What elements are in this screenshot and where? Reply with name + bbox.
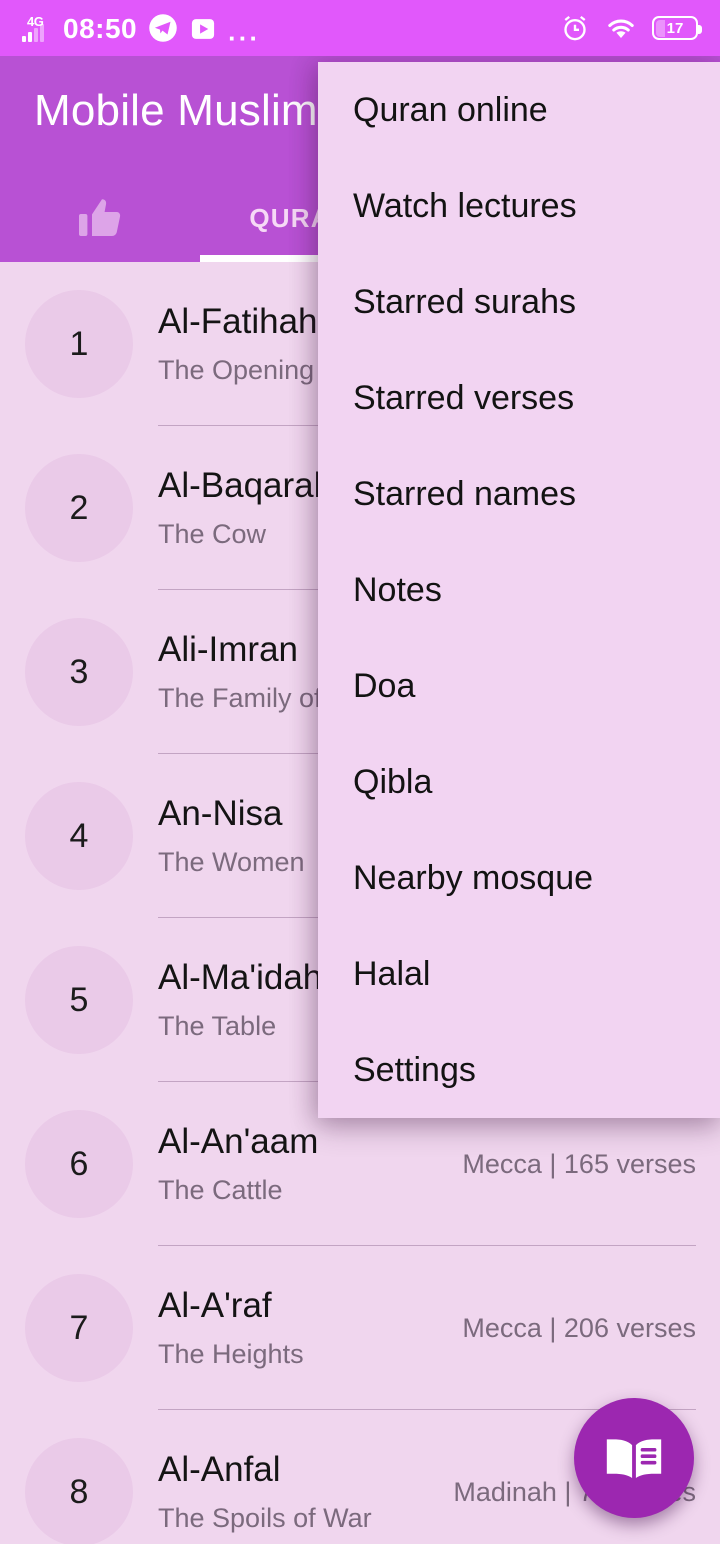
surah-number-wrap: 8 xyxy=(0,1438,158,1544)
surah-number-wrap: 2 xyxy=(0,454,158,562)
alarm-icon xyxy=(564,15,586,41)
menu-item-starred-surahs[interactable]: Starred surahs xyxy=(318,254,720,350)
read-quran-fab[interactable] xyxy=(574,1398,694,1518)
list-item[interactable]: 7 Al-A'raf The Heights Mecca | 206 verse… xyxy=(0,1246,720,1410)
more-dots-icon: ··· xyxy=(228,23,261,53)
page-title: Mobile Muslim xyxy=(34,86,318,135)
surah-number: 7 xyxy=(25,1274,133,1382)
telegram-icon xyxy=(149,14,177,42)
surah-number-wrap: 7 xyxy=(0,1274,158,1382)
thumbs-up-icon xyxy=(79,199,121,236)
overflow-menu[interactable]: Quran online Watch lectures Starred sura… xyxy=(318,62,720,1118)
surah-number: 8 xyxy=(25,1438,133,1544)
video-player-icon xyxy=(192,19,215,39)
tab-favorites[interactable] xyxy=(0,174,200,262)
surah-name: Al-An'aam xyxy=(158,1121,319,1161)
menu-item-starred-names[interactable]: Starred names xyxy=(318,446,720,542)
battery-icon: 17 xyxy=(652,16,702,40)
surah-texts: Al-A'raf The Heights xyxy=(158,1286,452,1370)
status-bar: 4G 08:50 ··· 17 xyxy=(0,0,720,56)
surah-number-wrap: 1 xyxy=(0,290,158,398)
menu-item-notes[interactable]: Notes xyxy=(318,542,720,638)
battery-level-label: 17 xyxy=(666,19,684,37)
surah-name: Al-Anfal xyxy=(158,1449,281,1489)
surah-number-wrap: 3 xyxy=(0,618,158,726)
surah-texts: Al-Anfal The Spoils of War xyxy=(158,1450,443,1534)
surah-name: Al-A'raf xyxy=(158,1285,272,1325)
menu-item-nearby-mosque[interactable]: Nearby mosque xyxy=(318,830,720,926)
wifi-icon xyxy=(608,19,634,38)
surah-number: 5 xyxy=(25,946,133,1054)
menu-item-qibla[interactable]: Qibla xyxy=(318,734,720,830)
surah-number: 3 xyxy=(25,618,133,726)
menu-item-quran-online[interactable]: Quran online xyxy=(318,62,720,158)
menu-item-watch-lectures[interactable]: Watch lectures xyxy=(318,158,720,254)
surah-meta: Mecca | 206 verses xyxy=(462,1312,696,1343)
status-bar-clock: 08:50 xyxy=(63,13,138,44)
open-book-icon xyxy=(606,1439,662,1479)
surah-number-wrap: 6 xyxy=(0,1110,158,1218)
surah-translation: The Cattle xyxy=(158,1175,283,1206)
surah-meta: Mecca | 165 verses xyxy=(462,1148,696,1179)
menu-item-halal[interactable]: Halal xyxy=(318,926,720,1022)
surah-number: 2 xyxy=(25,454,133,562)
menu-item-settings[interactable]: Settings xyxy=(318,1022,720,1118)
surah-number: 4 xyxy=(25,782,133,890)
menu-item-starred-verses[interactable]: Starred verses xyxy=(318,350,720,446)
surah-texts: Al-An'aam The Cattle xyxy=(158,1122,452,1206)
surah-number: 1 xyxy=(25,290,133,398)
surah-number-wrap: 5 xyxy=(0,946,158,1054)
status-bar-right: 17 xyxy=(560,13,702,43)
phone-screen: 4G 08:50 ··· 17 1 Al-Fatihah The Opening… xyxy=(0,0,720,1544)
surah-translation: The Spoils of War xyxy=(158,1503,372,1534)
surah-number-wrap: 4 xyxy=(0,782,158,890)
status-bar-left: 4G 08:50 ··· xyxy=(22,13,560,53)
surah-translation: The Heights xyxy=(158,1339,304,1370)
signal-strength-icon: 4G xyxy=(22,15,52,43)
menu-item-doa[interactable]: Doa xyxy=(318,638,720,734)
surah-number: 6 xyxy=(25,1110,133,1218)
